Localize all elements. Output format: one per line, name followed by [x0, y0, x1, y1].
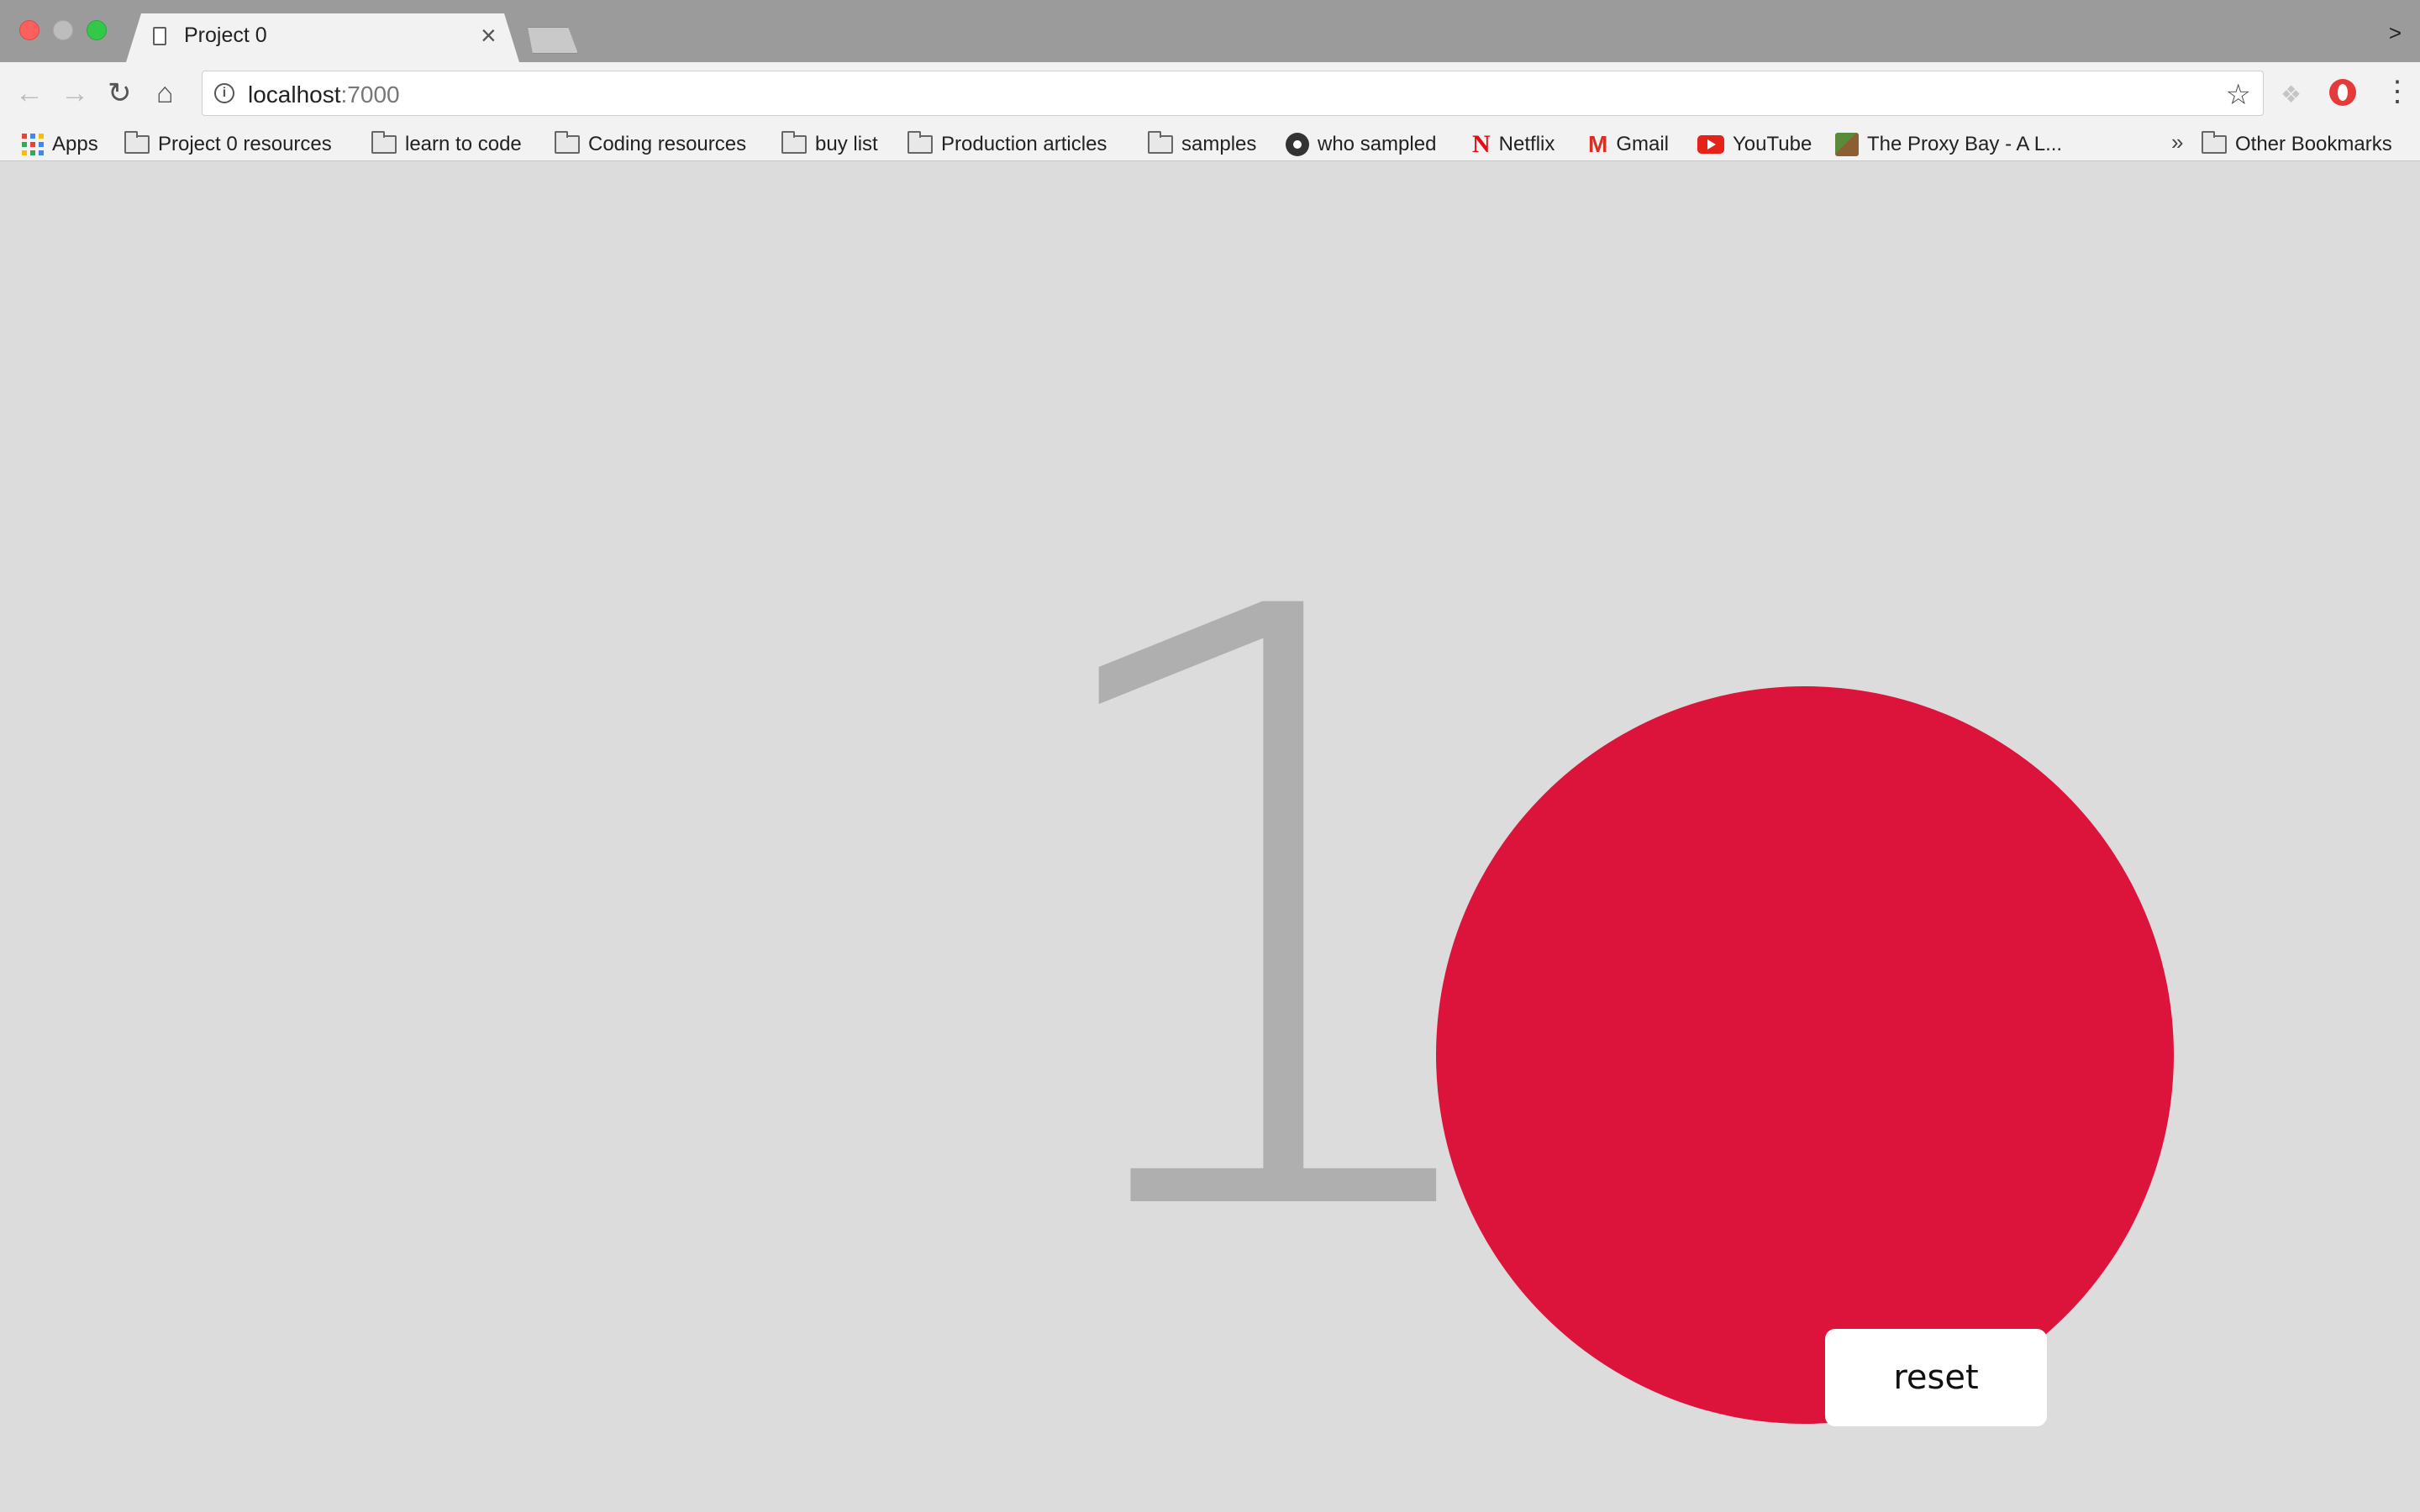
address-bar[interactable]: i localhost:7000 ☆ — [202, 71, 2264, 116]
bookmark-label: who sampled — [1318, 133, 1437, 155]
bookmark-label: The Proxy Bay - A L... — [1867, 133, 2063, 155]
browser-window: Project 0 × > ← → ↻ ⌂ i localhost:7000 ☆… — [0, 0, 2420, 1512]
folder-icon — [555, 131, 580, 154]
dropbox-extension-icon[interactable]: ❖ — [2281, 81, 2302, 108]
proxy-bay-icon — [1835, 133, 1859, 156]
home-icon[interactable]: ⌂ — [156, 79, 174, 108]
bookmark-buy-list[interactable]: buy list — [781, 131, 878, 158]
page-content: 1 reset — [0, 161, 2420, 1512]
bookmark-project-0-resources[interactable]: Project 0 resources — [124, 131, 332, 158]
back-arrow-icon[interactable]: ← — [15, 79, 44, 108]
folder-icon — [781, 131, 807, 154]
bookmark-production-articles[interactable]: Production articles — [908, 131, 1107, 158]
reload-icon[interactable]: ↻ — [108, 79, 132, 108]
browser-toolbar: ← → ↻ ⌂ i localhost:7000 ☆ ❖ ⋮ — [0, 62, 2420, 126]
page-icon — [153, 27, 166, 45]
youtube-icon — [1697, 135, 1724, 154]
folder-icon — [2202, 131, 2227, 154]
kebab-menu-icon[interactable]: ⋮ — [2383, 77, 2412, 106]
bookmarks-overflow-icon[interactable]: » — [2171, 129, 2183, 155]
tab-title: Project 0 — [184, 24, 267, 47]
bookmark-other-bookmarks[interactable]: Other Bookmarks — [2202, 131, 2392, 158]
new-tab-button[interactable] — [528, 27, 578, 54]
bookmark-netflix[interactable]: N Netflix — [1472, 130, 1555, 158]
netflix-icon: N — [1472, 130, 1491, 158]
folder-icon — [1148, 131, 1173, 154]
bookmark-label: YouTube — [1733, 133, 1812, 155]
bookmark-coding-resources[interactable]: Coding resources — [555, 131, 746, 158]
bookmark-label: Project 0 resources — [158, 133, 332, 155]
bookmark-proxy-bay[interactable]: The Proxy Bay - A L... — [1835, 131, 2062, 158]
close-window-button[interactable] — [19, 20, 39, 40]
bookmark-who-sampled[interactable]: who sampled — [1286, 131, 1436, 158]
info-icon[interactable]: i — [214, 83, 234, 103]
bookmark-label: Gmail — [1616, 133, 1669, 155]
bookmark-label: Apps — [52, 133, 98, 155]
bookmark-apps[interactable]: Apps — [22, 131, 98, 158]
maximize-window-button[interactable] — [87, 20, 107, 40]
bookmark-gmail[interactable]: M Gmail — [1588, 131, 1669, 158]
url-port: :7000 — [340, 81, 400, 108]
apps-grid-icon — [22, 134, 44, 155]
bookmark-label: Coding resources — [588, 133, 747, 155]
gmail-icon: M — [1588, 131, 1608, 157]
reset-button[interactable]: reset — [1825, 1329, 2047, 1426]
forward-arrow-icon[interactable]: → — [60, 79, 89, 108]
bookmark-label: learn to code — [405, 133, 522, 155]
star-icon[interactable]: ☆ — [2226, 78, 2251, 112]
folder-icon — [908, 131, 933, 154]
tab-strip: Project 0 × > — [0, 0, 2420, 62]
url-text[interactable]: localhost:7000 — [248, 81, 400, 108]
bookmark-learn-to-code[interactable]: learn to code — [371, 131, 522, 158]
opera-extension-icon[interactable] — [2329, 79, 2356, 106]
url-host: localhost — [248, 81, 341, 108]
folder-icon — [371, 131, 397, 154]
bookmark-label: buy list — [815, 133, 878, 155]
bookmark-label: Netflix — [1498, 133, 1555, 155]
tab-close-icon[interactable]: × — [481, 22, 497, 49]
bookmark-samples[interactable]: samples — [1148, 131, 1256, 158]
counter-display: 1 — [1008, 438, 1533, 1396]
bookmark-label: Production articles — [941, 133, 1107, 155]
minimize-window-button[interactable] — [53, 20, 73, 40]
bookmarks-bar: Apps Project 0 resources learn to code C… — [0, 126, 2420, 161]
bookmark-label: Other Bookmarks — [2235, 133, 2392, 155]
red-circle-target[interactable] — [1436, 686, 2174, 1424]
bookmark-label: samples — [1181, 133, 1257, 155]
vinyl-icon — [1286, 133, 1309, 156]
bookmark-youtube[interactable]: YouTube — [1697, 131, 1812, 158]
folder-icon — [124, 131, 150, 154]
tab-overflow-chevron-icon[interactable]: > — [2389, 20, 2402, 46]
